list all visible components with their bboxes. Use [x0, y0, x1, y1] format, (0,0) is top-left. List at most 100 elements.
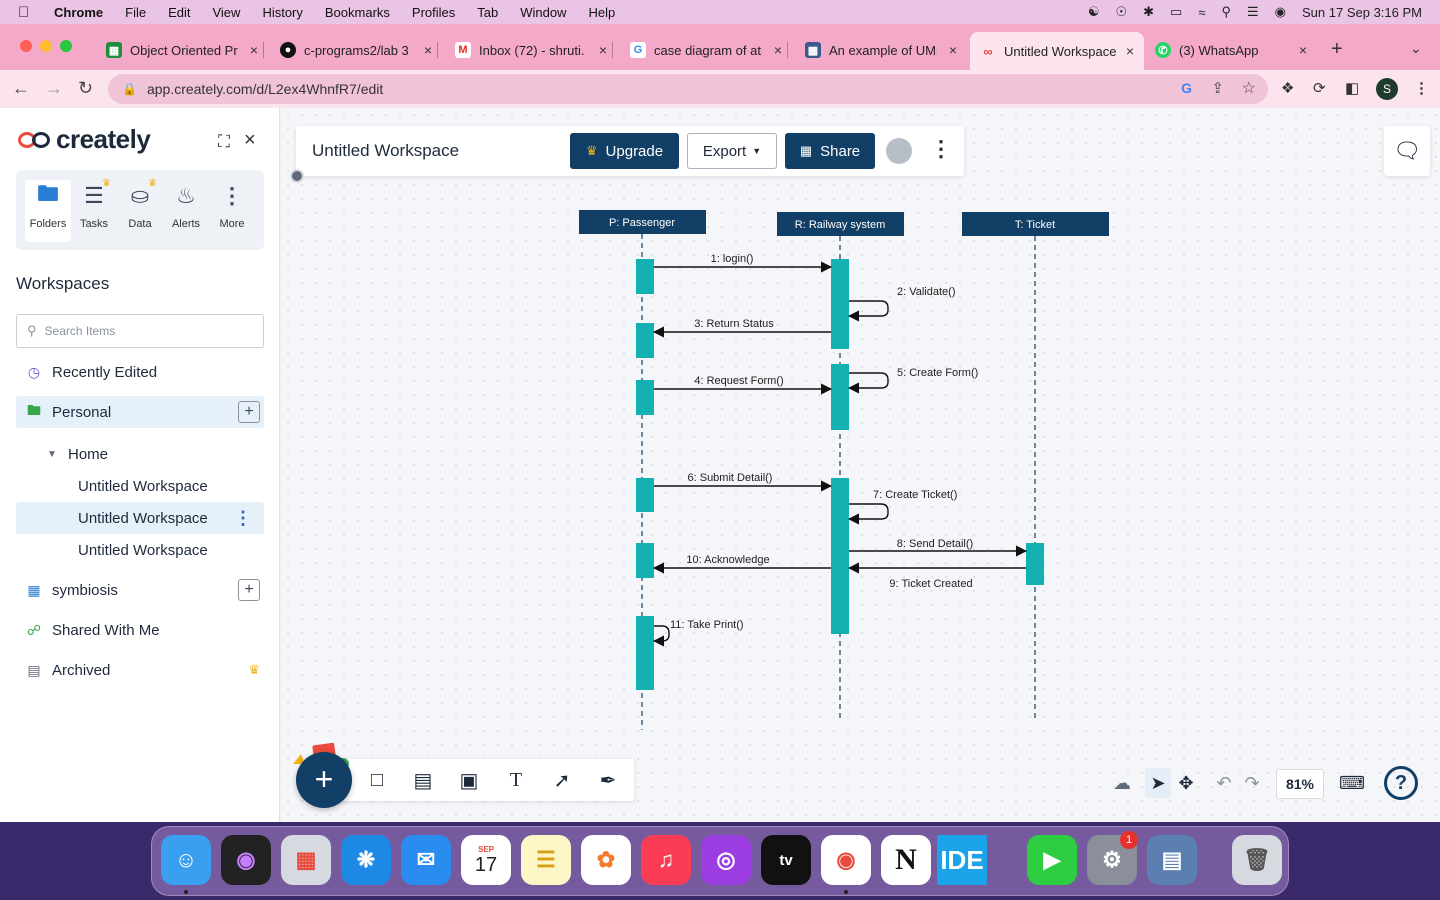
trash-icon[interactable]: 🗑: [1232, 835, 1282, 885]
apple-menu-icon[interactable]: : [18, 4, 36, 21]
profile-avatar[interactable]: S: [1376, 78, 1398, 100]
calendar-icon[interactable]: SEP 17: [461, 835, 511, 885]
chrome-menu-icon[interactable]: ⋮: [1414, 79, 1429, 97]
airdrop-icon[interactable]: ☉: [1115, 4, 1127, 20]
close-window-icon[interactable]: [20, 40, 32, 52]
finder-icon[interactable]: ☺: [161, 835, 211, 885]
activation-bar[interactable]: [831, 364, 849, 430]
extensions-icon[interactable]: ❖: [1281, 79, 1294, 97]
menu-view[interactable]: View: [212, 5, 240, 20]
zoom-window-icon[interactable]: [60, 40, 72, 52]
ide-icon[interactable]: IDE: [937, 835, 987, 885]
tab-whatsapp[interactable]: ✆ (3) WhatsApp ×: [1155, 38, 1307, 62]
siri-icon[interactable]: ◉: [221, 835, 271, 885]
redo-icon[interactable]: ↷: [1239, 768, 1265, 798]
battery-icon[interactable]: ▭: [1170, 4, 1182, 20]
more-vertical-icon[interactable]: ⋮: [234, 508, 252, 529]
menu-tab[interactable]: Tab: [477, 5, 498, 20]
home-folder-item[interactable]: ▼ Home: [16, 438, 264, 470]
add-shape-button[interactable]: +: [296, 752, 352, 808]
share-page-icon[interactable]: ⇪: [1211, 79, 1224, 97]
activation-bar[interactable]: [636, 478, 654, 512]
pen-tool-icon[interactable]: ✒: [596, 768, 620, 792]
menu-window[interactable]: Window: [520, 5, 566, 20]
launchpad-icon[interactable]: ▦: [281, 835, 331, 885]
close-tab-icon[interactable]: ×: [774, 42, 782, 58]
music-icon[interactable]: ♫: [641, 835, 691, 885]
activation-bar[interactable]: [636, 323, 654, 358]
caret-down-icon[interactable]: ▼: [42, 449, 62, 460]
sticky-note-tool-icon[interactable]: ▣: [457, 768, 481, 792]
menu-app-name[interactable]: Chrome: [54, 5, 103, 20]
mail-icon[interactable]: ✉: [401, 835, 451, 885]
activation-bar[interactable]: [636, 543, 654, 578]
expand-icon[interactable]: ⛶: [218, 132, 230, 152]
preview-icon[interactable]: ▤: [1147, 835, 1197, 885]
tool-more[interactable]: ⋮ More: [209, 180, 255, 242]
side-panel-icon[interactable]: ◧: [1345, 79, 1359, 97]
apple-tv-icon[interactable]: tv: [761, 835, 811, 885]
tab-object-oriented[interactable]: ▦ Object Oriented Pro ×: [106, 38, 264, 62]
gpu-icon[interactable]: ☯: [1088, 4, 1100, 20]
shared-with-me-item[interactable]: ☍ Shared With Me: [16, 614, 264, 646]
close-tab-icon[interactable]: ×: [1299, 42, 1307, 58]
close-tab-icon[interactable]: ×: [250, 42, 258, 58]
add-icon[interactable]: +: [238, 579, 260, 601]
search-input[interactable]: ⚲ Search Items: [16, 314, 264, 348]
tool-data[interactable]: ⛀ ♛ Data: [117, 178, 163, 242]
text-tool-icon[interactable]: T: [504, 768, 528, 792]
tool-alerts[interactable]: ♨ Alerts: [163, 180, 209, 242]
tab-search-chevron-icon[interactable]: ⌄: [1410, 40, 1422, 57]
bookmark-star-icon[interactable]: ☆: [1242, 78, 1256, 98]
notion-icon[interactable]: N: [881, 835, 931, 885]
tab-uml-example[interactable]: ▩ An example of UML ×: [805, 38, 957, 62]
control-center-icon[interactable]: ☰: [1247, 4, 1259, 20]
menu-help[interactable]: Help: [589, 5, 616, 20]
connector-tool-icon[interactable]: ➚: [550, 768, 574, 792]
zoom-level[interactable]: 81%: [1276, 769, 1324, 799]
tool-tasks[interactable]: ☰ ♛ Tasks: [71, 178, 117, 242]
activation-bar[interactable]: [1026, 543, 1044, 585]
tab-gmail[interactable]: M Inbox (72) - shruti. ×: [455, 38, 613, 62]
activation-bar[interactable]: [831, 259, 849, 349]
menu-profiles[interactable]: Profiles: [412, 5, 455, 20]
menu-file[interactable]: File: [125, 5, 146, 20]
help-icon[interactable]: ?: [1384, 766, 1418, 800]
personal-folder-item[interactable]: 🖿 Personal +: [16, 396, 264, 428]
notes-icon[interactable]: ☰: [521, 835, 571, 885]
new-tab-icon[interactable]: +: [1331, 38, 1343, 61]
wifi-icon[interactable]: ≈: [1198, 5, 1205, 20]
menu-edit[interactable]: Edit: [168, 5, 190, 20]
close-tab-icon[interactable]: ×: [1126, 43, 1134, 59]
undo-icon[interactable]: ↶: [1211, 768, 1237, 798]
spotlight-icon[interactable]: ⚲: [1221, 4, 1231, 20]
close-sidebar-icon[interactable]: ×: [244, 129, 256, 152]
forward-arrow-icon[interactable]: →: [45, 78, 63, 99]
menu-history[interactable]: History: [262, 5, 302, 20]
siri-icon[interactable]: ◉: [1275, 4, 1286, 20]
tab-google-search[interactable]: G case diagram of atm ×: [630, 38, 788, 62]
creately-logo[interactable]: creately: [18, 124, 151, 155]
cloud-save-icon[interactable]: ☁: [1109, 768, 1135, 798]
tab-creately-active[interactable]: ∞ Untitled Workspace ×: [970, 32, 1144, 70]
select-pointer-icon[interactable]: ➤: [1145, 768, 1171, 798]
self-message-arrow[interactable]: [847, 372, 889, 394]
card-tool-icon[interactable]: ▤: [411, 768, 435, 792]
photos-icon[interactable]: ✿: [581, 835, 631, 885]
reload-icon[interactable]: ↻: [78, 78, 93, 99]
activation-bar[interactable]: [636, 380, 654, 415]
archived-item[interactable]: ▤ Archived ♛: [16, 654, 264, 686]
close-tab-icon[interactable]: ×: [599, 42, 607, 58]
pan-move-icon[interactable]: ✥: [1173, 768, 1199, 798]
close-tab-icon[interactable]: ×: [424, 42, 432, 58]
self-message-arrow[interactable]: [652, 625, 670, 647]
diagram-canvas[interactable]: Untitled Workspace ♛ Upgrade Export ▼ ▦ …: [281, 108, 1440, 822]
facetime-icon[interactable]: ▶: [1027, 835, 1077, 885]
keyboard-shortcuts-icon[interactable]: ⌨: [1337, 768, 1367, 798]
self-message-arrow[interactable]: [847, 503, 889, 525]
activation-bar[interactable]: [636, 259, 654, 294]
symbiosis-item[interactable]: ▦ symbiosis +: [16, 574, 264, 606]
recently-edited-item[interactable]: ◷ Recently Edited: [16, 356, 264, 388]
menu-bookmarks[interactable]: Bookmarks: [325, 5, 390, 20]
activation-bar[interactable]: [831, 478, 849, 634]
